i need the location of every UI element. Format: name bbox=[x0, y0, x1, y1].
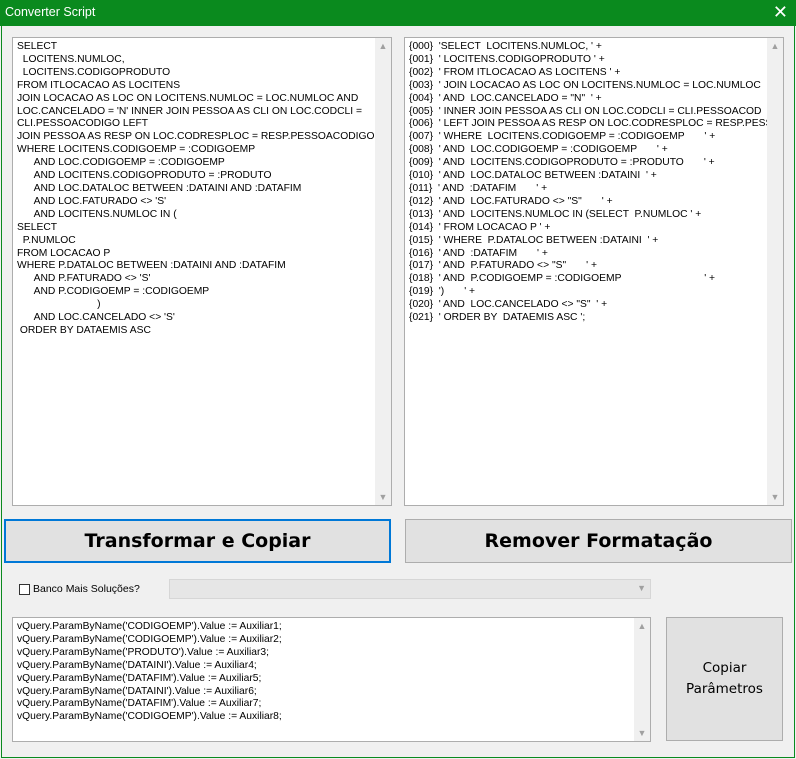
converted-output-text: {000} 'SELECT LOCITENS.NUMLOC, ' + {001}… bbox=[409, 41, 773, 324]
title-bar: Converter Script ✕ bbox=[0, 0, 796, 26]
sql-input-textarea[interactable]: SELECT LOCITENS.NUMLOC, LOCITENS.CODIGOP… bbox=[12, 37, 392, 506]
window-title: Converter Script bbox=[5, 5, 96, 19]
close-icon[interactable]: ✕ bbox=[773, 2, 788, 22]
banco-mais-solucoes-label: Banco Mais Soluções? bbox=[33, 583, 140, 595]
params-output-scrollbar[interactable]: ▲ ▼ bbox=[634, 618, 650, 741]
scroll-up-arrow-icon[interactable]: ▲ bbox=[375, 38, 391, 54]
scroll-down-arrow-icon[interactable]: ▼ bbox=[375, 489, 391, 505]
copy-parameters-button[interactable]: Copiar Parâmetros bbox=[666, 617, 783, 741]
banco-mais-solucoes-checkbox-row[interactable]: Banco Mais Soluções? bbox=[19, 583, 140, 595]
converted-output-textarea[interactable]: {000} 'SELECT LOCITENS.NUMLOC, ' + {001}… bbox=[404, 37, 784, 506]
params-output-text: vQuery.ParamByName('CODIGOEMP').Value :=… bbox=[17, 621, 282, 723]
sql-input-text: SELECT LOCITENS.NUMLOC, LOCITENS.CODIGOP… bbox=[17, 41, 375, 336]
transform-copy-button[interactable]: Transformar e Copiar bbox=[4, 519, 391, 563]
remove-formatting-button[interactable]: Remover Formatação bbox=[405, 519, 792, 563]
banco-mais-solucoes-checkbox[interactable] bbox=[19, 583, 30, 595]
scroll-down-arrow-icon[interactable]: ▼ bbox=[767, 489, 783, 505]
scroll-up-arrow-icon[interactable]: ▲ bbox=[767, 38, 783, 54]
database-select[interactable]: ▼ bbox=[169, 579, 651, 599]
scroll-down-arrow-icon[interactable]: ▼ bbox=[634, 725, 650, 741]
chevron-down-icon[interactable]: ▼ bbox=[637, 583, 646, 593]
sql-input-scrollbar[interactable]: ▲ ▼ bbox=[375, 38, 391, 505]
scroll-up-arrow-icon[interactable]: ▲ bbox=[634, 618, 650, 634]
converted-output-scrollbar[interactable]: ▲ ▼ bbox=[767, 38, 783, 505]
params-output-textarea[interactable]: vQuery.ParamByName('CODIGOEMP').Value :=… bbox=[12, 617, 651, 742]
